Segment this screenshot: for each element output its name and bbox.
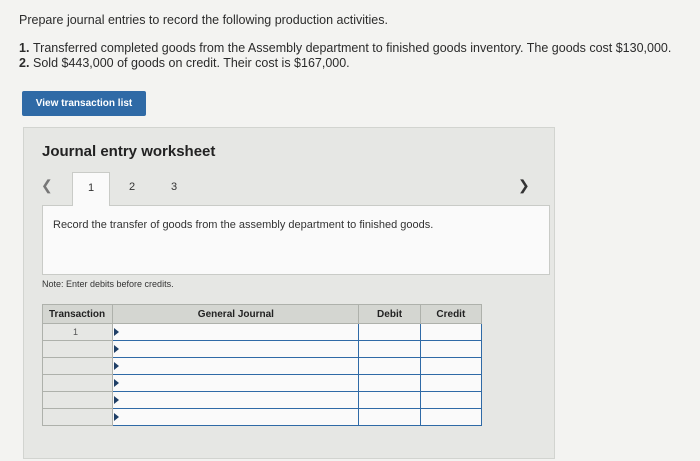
- tab-3[interactable]: 3: [156, 172, 192, 202]
- view-transaction-list-button[interactable]: View transaction list: [22, 91, 146, 116]
- general-journal-select[interactable]: [112, 391, 360, 409]
- intro-text: Prepare journal entries to record the fo…: [19, 13, 388, 27]
- header-general-journal: General Journal: [112, 304, 360, 324]
- transaction-cell: [41, 340, 114, 358]
- table-row: [41, 340, 483, 358]
- journal-entry-worksheet: Journal entry worksheet ❮ 1 2 3 ❯ Record…: [23, 127, 555, 459]
- instruction-box: Record the transfer of goods from the as…: [42, 205, 550, 275]
- table-row: [41, 357, 483, 375]
- journal-table: Transaction General Journal Debit Credit…: [41, 304, 483, 426]
- dropdown-caret-icon: [114, 379, 120, 387]
- transaction-cell: [41, 357, 114, 375]
- credit-input[interactable]: [419, 357, 483, 375]
- general-journal-select[interactable]: [112, 374, 360, 392]
- debit-input[interactable]: [358, 323, 421, 341]
- general-journal-select[interactable]: [112, 323, 360, 341]
- debit-input[interactable]: [358, 357, 421, 375]
- header-transaction: Transaction: [41, 304, 114, 324]
- credit-input[interactable]: [419, 408, 483, 426]
- list-item: 1. Transferred completed goods from the A…: [19, 41, 672, 55]
- general-journal-select[interactable]: [112, 408, 360, 426]
- dropdown-caret-icon: [114, 362, 120, 370]
- worksheet-title: Journal entry worksheet: [42, 143, 216, 160]
- general-journal-select[interactable]: [112, 357, 360, 375]
- tab-1[interactable]: 1: [72, 172, 110, 206]
- credit-input[interactable]: [419, 323, 483, 341]
- dropdown-caret-icon: [114, 345, 120, 353]
- list-item: 2. Sold $443,000 of goods on credit. Thei…: [19, 56, 350, 70]
- credit-input[interactable]: [419, 340, 483, 358]
- dropdown-caret-icon: [114, 413, 120, 421]
- header-debit: Debit: [358, 304, 421, 324]
- chevron-right-icon[interactable]: ❯: [518, 177, 530, 194]
- dropdown-caret-icon: [114, 396, 120, 404]
- table-row: 1: [41, 323, 483, 341]
- credit-input[interactable]: [419, 391, 483, 409]
- debit-input[interactable]: [358, 340, 421, 358]
- transaction-cell: [41, 391, 114, 409]
- debit-input[interactable]: [358, 391, 421, 409]
- debit-input[interactable]: [358, 374, 421, 392]
- tab-2[interactable]: 2: [114, 172, 150, 202]
- note-text: Note: Enter debits before credits.: [42, 279, 174, 289]
- instruction-text: Record the transfer of goods from the as…: [53, 219, 434, 231]
- table-row: [41, 374, 483, 392]
- activity-list: 1. Transferred completed goods from the A…: [19, 41, 671, 71]
- debit-input[interactable]: [358, 408, 421, 426]
- header-credit: Credit: [419, 304, 483, 324]
- credit-input[interactable]: [419, 374, 483, 392]
- chevron-left-icon[interactable]: ❮: [41, 177, 53, 194]
- transaction-number: 1: [41, 323, 114, 341]
- general-journal-select[interactable]: [112, 340, 360, 358]
- dropdown-caret-icon: [114, 328, 120, 336]
- transaction-cell: [41, 374, 114, 392]
- table-row: [41, 391, 483, 409]
- table-row: [41, 408, 483, 426]
- transaction-cell: [41, 408, 114, 426]
